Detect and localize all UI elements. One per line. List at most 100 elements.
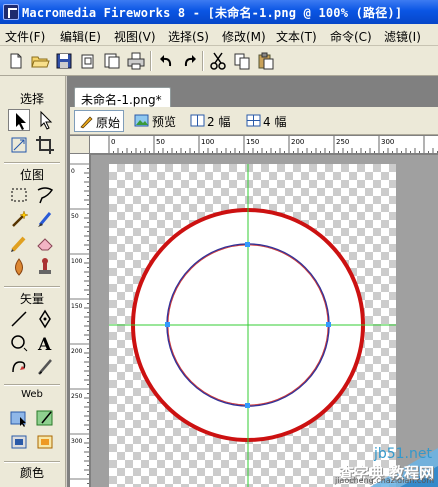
lasso-tool-icon[interactable] (34, 184, 56, 206)
view-tab-preview-label: 预览 (152, 115, 177, 129)
toolbar-separator (150, 51, 152, 71)
menu-filters[interactable]: 滤镜(I) (384, 28, 421, 45)
pencil-icon (80, 116, 93, 129)
fireworks-app-icon (3, 4, 19, 20)
rubber-stamp-tool-icon[interactable] (34, 256, 56, 278)
print-icon[interactable] (126, 51, 146, 71)
ruler-label: 100 (201, 138, 214, 146)
tools-panel: 选择 位图 矢量 A Web 颜色 (0, 76, 66, 487)
ruler-label: 0 (111, 138, 115, 146)
scale-tool-icon[interactable] (8, 134, 30, 156)
slice-tool-icon[interactable] (34, 407, 56, 429)
menu-file[interactable]: 文件(F) (5, 28, 45, 45)
menu-view[interactable]: 视图(V) (114, 28, 156, 45)
ruler-label: 0 (71, 168, 75, 175)
cut-icon[interactable] (208, 51, 228, 71)
ruler-label: 200 (71, 348, 83, 355)
freeform-tool-icon[interactable] (8, 356, 30, 378)
ruler-label: 150 (71, 303, 83, 310)
main-toolbar (0, 46, 438, 76)
ruler-corner (70, 136, 90, 154)
ruler-label: 300 (71, 438, 83, 445)
open-folder-icon[interactable] (30, 51, 50, 71)
blur-tool-icon[interactable] (8, 256, 30, 278)
toolbar-separator (202, 51, 204, 71)
watermark-site: jb51.net (373, 446, 432, 462)
menu-select[interactable]: 选择(S) (168, 28, 209, 45)
document-tab[interactable]: 未命名-1.png* (74, 87, 171, 107)
tools-divider (4, 461, 60, 463)
anchor-point-top[interactable] (245, 242, 250, 247)
tools-section-web: Web (21, 389, 43, 400)
menu-commands[interactable]: 命令(C) (330, 28, 372, 45)
pen-tool-icon[interactable] (34, 308, 56, 330)
watermark: jb51.net 查字典 教程网 jiaocheng.chazidian.com (300, 440, 438, 487)
tools-divider (4, 286, 60, 288)
view-tab-preview[interactable]: 预览 (130, 110, 182, 132)
ruler-label: 250 (336, 138, 349, 146)
text-tool-icon[interactable]: A (34, 332, 56, 355)
canvas[interactable] (109, 164, 396, 487)
ruler-label: 250 (71, 393, 83, 400)
view-mode-bar: 原始 预览 2 幅 4 幅 (70, 107, 438, 135)
knife-tool-icon[interactable] (34, 356, 56, 378)
tools-section-select: 选择 (19, 92, 44, 106)
line-tool-icon[interactable] (8, 308, 30, 330)
hide-slices-icon[interactable] (8, 431, 30, 453)
menu-modify[interactable]: 修改(M) (222, 28, 266, 45)
hotspot-tool-icon[interactable] (8, 407, 30, 429)
two-up-icon (190, 114, 205, 127)
new-file-icon[interactable] (6, 51, 26, 71)
pointer-tool-icon[interactable] (8, 109, 30, 131)
magic-wand-tool-icon[interactable] (8, 208, 30, 230)
view-tab-2up[interactable]: 2 幅 (186, 110, 236, 132)
redo-icon[interactable] (180, 51, 200, 71)
view-tab-original[interactable]: 原始 (74, 110, 124, 132)
tools-section-bitmap: 位图 (19, 168, 44, 182)
ruler-label: 50 (156, 138, 165, 146)
canvas-drawing[interactable] (109, 164, 396, 487)
ruler-label: 50 (71, 213, 79, 220)
menu-edit[interactable]: 编辑(E) (60, 28, 101, 45)
anchor-point-bottom[interactable] (245, 403, 250, 408)
canvas-pasteboard (91, 155, 438, 487)
copy-icon[interactable] (232, 51, 252, 71)
vertical-ruler-ticks: 0 50 100 150 200 250 300 (70, 163, 89, 484)
export-icon[interactable] (102, 51, 122, 71)
anchor-point-left[interactable] (165, 322, 170, 327)
menu-bar: 文件(F) 编辑(E) 视图(V) 选择(S) 修改(M) 文本(T) 命令(C… (0, 24, 438, 46)
view-tab-original-label: 原始 (96, 116, 121, 130)
brush-tool-icon[interactable] (34, 208, 56, 230)
watermark-url: jiaocheng.chazidian.com (334, 476, 434, 485)
ruler-label: 100 (71, 258, 83, 265)
menu-text[interactable]: 文本(T) (276, 28, 317, 45)
ruler-label: 150 (246, 138, 259, 146)
crop-tool-icon[interactable] (34, 134, 56, 156)
tools-divider (4, 384, 60, 386)
tools-section-vector: 矢量 (19, 292, 44, 306)
marquee-tool-icon[interactable] (8, 184, 30, 206)
ruler-label: 300 (381, 138, 394, 146)
paste-icon[interactable] (256, 51, 276, 71)
import-icon[interactable] (78, 51, 98, 71)
pencil-tool-icon[interactable] (8, 232, 30, 254)
title-bar: Macromedia Fireworks 8 - [未命名-1.png @ 10… (0, 0, 438, 24)
tools-section-color: 颜色 (19, 466, 44, 480)
svg-text:A: A (37, 335, 52, 354)
show-slices-icon[interactable] (34, 431, 56, 453)
ellipse-tool-icon[interactable] (8, 332, 30, 354)
horizontal-ruler[interactable]: 0 50 100 150 200 250 300 (90, 136, 438, 154)
four-up-icon (246, 114, 261, 127)
view-tab-4up[interactable]: 4 幅 (242, 110, 292, 132)
view-tab-2up-label: 2 幅 (207, 115, 231, 129)
vertical-ruler[interactable]: 0 50 100 150 200 250 300 (70, 154, 90, 487)
subselection-tool-icon[interactable] (34, 109, 56, 131)
save-icon[interactable] (54, 51, 74, 71)
undo-icon[interactable] (156, 51, 176, 71)
view-tab-4up-label: 4 幅 (263, 115, 287, 129)
document-tab-label: 未命名-1.png* (81, 93, 162, 107)
eraser-tool-icon[interactable] (34, 232, 56, 254)
anchor-point-right[interactable] (326, 322, 331, 327)
ruler-label: 200 (291, 138, 304, 146)
tools-divider (4, 162, 60, 164)
